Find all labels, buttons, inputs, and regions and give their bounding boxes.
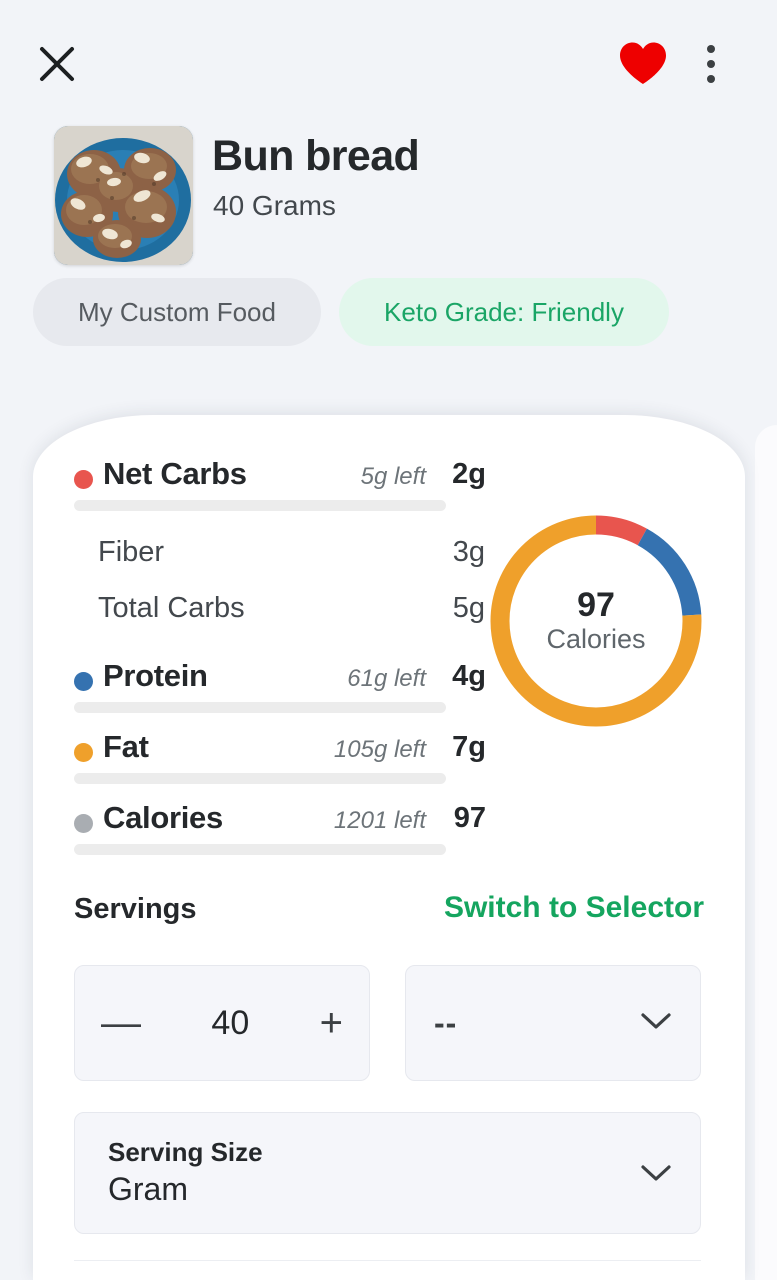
chip-my-custom-food[interactable]: My Custom Food — [33, 278, 321, 346]
total-carbs-value: 5g — [452, 592, 485, 624]
serving-size-label: Serving Size — [108, 1137, 263, 1167]
servings-unit-select[interactable]: -- — [405, 965, 701, 1081]
nutrition-row-protein: Protein 61g left 4g — [74, 654, 486, 713]
nutrition-list: Net Carbs 5g left 2g Fiber 3g Total Carb… — [74, 452, 486, 855]
calories-progress-track — [74, 844, 446, 855]
nutrition-row-net-carbs: Net Carbs 5g left 2g — [74, 452, 486, 511]
servings-value[interactable]: 40 — [211, 1004, 249, 1043]
net-carbs-label: Net Carbs — [103, 456, 247, 491]
food-thumbnail[interactable] — [54, 126, 193, 265]
calories-color-dot — [74, 814, 93, 833]
servings-title: Servings — [74, 893, 197, 925]
nutrition-card: Net Carbs 5g left 2g Fiber 3g Total Carb… — [33, 415, 745, 1280]
switch-to-selector-link[interactable]: Switch to Selector — [444, 891, 704, 925]
more-vertical-icon — [707, 45, 715, 53]
servings-stepper[interactable]: — 40 + — [74, 965, 370, 1081]
favorite-button[interactable] — [616, 40, 670, 88]
servings-header: Servings Switch to Selector — [74, 891, 704, 939]
donut-calorie-caption: Calories — [546, 624, 646, 655]
tag-chips: My Custom Food Keto Grade: Friendly — [0, 278, 777, 350]
fat-value: 7g — [452, 731, 486, 763]
protein-value: 4g — [452, 660, 486, 692]
calories-label: Calories — [103, 800, 223, 835]
calories-value: 97 — [453, 802, 486, 834]
protein-remaining: 61g left — [347, 665, 426, 692]
food-detail-screen: Bun bread 40 Grams My Custom Food Keto G… — [0, 0, 777, 1280]
food-header: Bun bread 40 Grams — [0, 118, 777, 283]
close-button[interactable] — [33, 40, 81, 88]
calories-remaining: 1201 left — [333, 807, 426, 834]
fat-label: Fat — [103, 729, 149, 764]
food-name: Bun bread — [212, 132, 420, 180]
servings-unit-value: -- — [434, 1004, 458, 1041]
bun-bread-photo-icon — [54, 126, 193, 265]
more-vertical-icon-dot3 — [707, 75, 715, 83]
fat-color-dot — [74, 743, 93, 762]
decrement-button[interactable]: — — [101, 1003, 141, 1043]
nutrition-row-fiber: Fiber 3g — [74, 528, 486, 584]
next-card-peek — [755, 425, 777, 1280]
close-icon — [40, 47, 74, 81]
more-vertical-icon-dot2 — [707, 60, 715, 68]
chevron-down-icon — [640, 1011, 672, 1036]
donut-center-label: 97 Calories — [485, 510, 707, 732]
nutrition-row-calories: Calories 1201 left 97 — [74, 796, 486, 855]
donut-calorie-value: 97 — [577, 585, 615, 624]
serving-size-value: Gram — [108, 1171, 188, 1207]
more-options-button[interactable] — [690, 38, 732, 90]
heart-icon — [620, 42, 666, 84]
nutrition-row-fat: Fat 105g left 7g — [74, 725, 486, 784]
protein-color-dot — [74, 672, 93, 691]
calorie-donut-chart: 97 Calories — [485, 510, 707, 732]
serving-size-select[interactable]: Serving Size Gram — [74, 1112, 701, 1234]
protein-label: Protein — [103, 658, 208, 693]
chip-keto-grade[interactable]: Keto Grade: Friendly — [339, 278, 669, 346]
chevron-down-icon — [640, 1163, 672, 1183]
nutrition-row-total-carbs: Total Carbs 5g — [74, 584, 486, 640]
net-carbs-value: 2g — [452, 458, 486, 490]
net-carbs-color-dot — [74, 470, 93, 489]
fat-remaining: 105g left — [333, 736, 426, 763]
section-divider — [74, 1260, 701, 1261]
increment-button[interactable]: + — [320, 1003, 343, 1043]
fat-progress-track — [74, 773, 446, 784]
top-bar — [0, 0, 777, 110]
total-carbs-label: Total Carbs — [98, 592, 245, 624]
net-carbs-remaining: 5g left — [360, 463, 426, 490]
net-carbs-progress-track — [74, 500, 446, 511]
fiber-value: 3g — [452, 536, 485, 568]
fiber-label: Fiber — [98, 536, 165, 568]
protein-progress-track — [74, 702, 446, 713]
food-serving-summary: 40 Grams — [213, 190, 336, 221]
